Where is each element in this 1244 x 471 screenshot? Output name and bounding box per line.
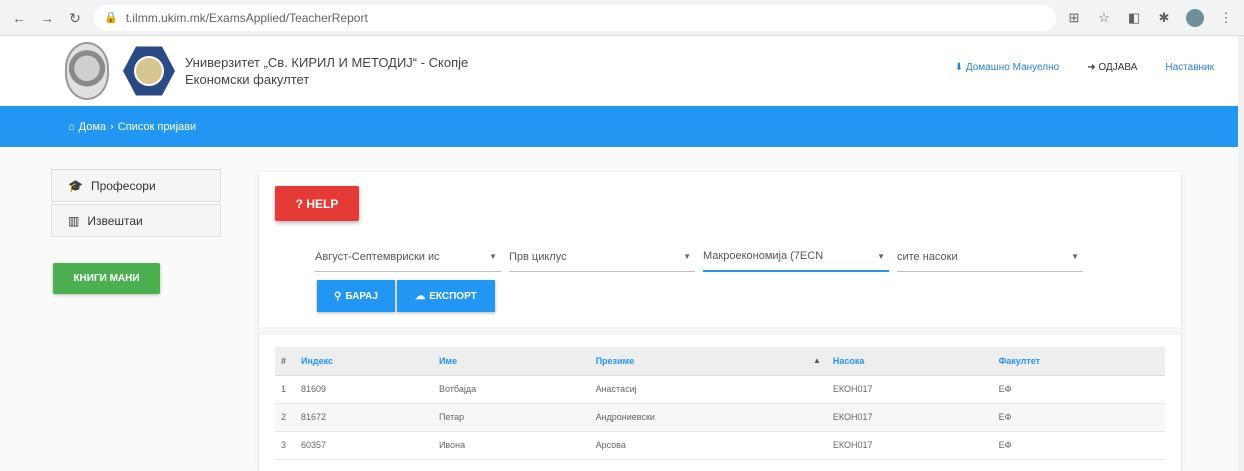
help-button[interactable]: ? HELP	[275, 186, 359, 221]
graduation-cap-icon: 🎓	[68, 178, 83, 193]
faculty-logo	[123, 46, 175, 96]
cell-direction: ЕКОН017	[826, 375, 993, 404]
forward-arrow-icon[interactable]: →	[38, 9, 56, 27]
col-direction[interactable]: Насока	[826, 347, 993, 376]
breadcrumb: ⌂ Дома › Список пријави	[0, 106, 1244, 147]
back-arrow-icon[interactable]: ←	[10, 9, 28, 27]
search-button[interactable]: ⚲ БАРАЈ	[317, 280, 395, 312]
lock-icon: 🔒	[104, 12, 118, 24]
user-link[interactable]: Наставник	[1165, 62, 1214, 73]
cell-surname: Арсова	[589, 431, 827, 460]
divider	[259, 327, 1181, 335]
reload-icon[interactable]: ↻	[66, 9, 84, 27]
cell-number: 2	[275, 403, 295, 432]
chevron-down-icon: ▼	[489, 252, 497, 261]
session-select[interactable]: Август-Септемвриски ис ▼	[315, 242, 501, 272]
direction-select[interactable]: сите насоки ▼	[897, 242, 1083, 272]
books-button[interactable]: КНИГИ МАНИ	[53, 263, 160, 294]
col-name[interactable]: Име	[432, 347, 590, 376]
cell-surname: Андрониевски	[589, 403, 827, 432]
students-table: # Индекс Име Презиме ▲ Насока Факултет 1 …	[275, 347, 1165, 460]
site-header: Универзитет „Св. КИРИЛ И МЕТОДИЈ“ - Скоп…	[0, 36, 1244, 106]
cell-faculty: ЕФ	[992, 375, 1165, 404]
chevron-down-icon: ▼	[1071, 252, 1079, 261]
table-row[interactable]: 2 81672 Петар Андрониевски ЕКОН017 ЕФ	[275, 403, 1165, 432]
home-icon: ⌂	[68, 120, 75, 133]
university-line2: Економски факултет	[185, 72, 310, 87]
chevron-down-icon: ▼	[683, 252, 691, 261]
browser-toolbar: ← → ↻ 🔒 t.ilmm.ukim.mk/ExamsApplied/Teac…	[0, 0, 1244, 36]
cell-number: 1	[275, 375, 295, 404]
university-line1: Универзитет „Св. КИРИЛ И МЕТОДИЈ“ - Скоп…	[185, 55, 469, 70]
cell-number: 3	[275, 431, 295, 460]
cycle-select[interactable]: Прв циклус ▼	[509, 242, 695, 272]
breadcrumb-separator-icon: ›	[110, 120, 114, 133]
sort-up-icon: ▲	[812, 355, 821, 365]
export-button[interactable]: ☁ ЕКСПОРТ	[397, 280, 495, 312]
col-surname[interactable]: Презиме ▲	[589, 347, 827, 376]
help-icon: ?	[295, 196, 307, 211]
cell-faculty: ЕФ	[992, 431, 1165, 460]
page-scrollbar[interactable]	[1238, 36, 1244, 471]
chevron-down-icon: ▼	[877, 251, 885, 261]
sidebar-item-professors[interactable]: 🎓 Професори	[51, 169, 221, 202]
subject-select[interactable]: Макроекономија (7ЕСN ▼	[703, 242, 889, 272]
cell-index: 60357	[295, 431, 433, 460]
download-link[interactable]: ⬇ Домашно Мануелно	[955, 62, 1060, 73]
sidebar-item-reports[interactable]: ▥ Извештаи	[51, 204, 221, 237]
col-index[interactable]: Индекс	[295, 347, 433, 376]
bar-chart-icon: ▥	[68, 213, 80, 228]
address-bar[interactable]: 🔒 t.ilmm.ukim.mk/ExamsApplied/TeacherRep…	[94, 4, 1056, 31]
university-logo	[65, 42, 109, 100]
breadcrumb-current[interactable]: Список пријави	[118, 121, 196, 133]
logout-link[interactable]: ➜ ОДЈАВА	[1087, 62, 1137, 73]
sidebar-item-label: Извештаи	[87, 213, 143, 228]
table-header-row: # Индекс Име Презиме ▲ Насока Факултет	[275, 347, 1165, 376]
translate-icon[interactable]: ⊞	[1066, 10, 1082, 26]
main-content: 🎓 Професори ▥ Извештаи КНИГИ МАНИ ? HELP…	[0, 147, 1244, 471]
url-text: t.ilmm.ukim.mk/ExamsApplied/TeacherRepor…	[125, 10, 368, 25]
sidebar: 🎓 Професори ▥ Извештаи	[51, 169, 221, 237]
col-number[interactable]: #	[275, 347, 295, 376]
menu-dots-icon[interactable]: ⋮	[1218, 10, 1234, 26]
col-faculty[interactable]: Факултет	[992, 347, 1165, 376]
cell-direction: ЕКОН017	[826, 403, 993, 432]
action-buttons: ⚲ БАРАЈ ☁ ЕКСПОРТ	[317, 280, 495, 312]
table-row[interactable]: 3 60357 Ивона Арсова ЕКОН017 ЕФ	[275, 431, 1165, 460]
cell-name: Петар	[432, 403, 590, 432]
search-icon: ⚲	[334, 290, 342, 302]
table-row[interactable]: 1 81609 Вотбајда Анастасиј ЕКОН017 ЕФ	[275, 375, 1165, 404]
star-icon[interactable]: ☆	[1096, 10, 1112, 26]
report-panel: ? HELP Август-Септемвриски ис ▼ Прв циклу…	[259, 172, 1181, 471]
extension-icon[interactable]: ◧	[1126, 10, 1142, 26]
sidebar-item-label: Професори	[90, 178, 156, 193]
cell-name: Ивона	[432, 431, 590, 460]
cell-index: 81609	[295, 375, 433, 404]
breadcrumb-home[interactable]: Дома	[79, 121, 106, 133]
cell-index: 81672	[295, 403, 433, 432]
profile-avatar[interactable]	[1186, 8, 1204, 27]
university-name: Универзитет „Св. КИРИЛ И МЕТОДИЈ“ - Скоп…	[185, 54, 468, 88]
cell-direction: ЕКОН017	[826, 431, 993, 460]
cell-faculty: ЕФ	[992, 403, 1165, 432]
puzzle-icon[interactable]: ✱	[1156, 10, 1172, 26]
cloud-icon: ☁	[415, 290, 426, 302]
cell-surname: Анастасиј	[589, 375, 827, 404]
filter-row: Август-Септемвриски ис ▼ Прв циклус ▼ Макр…	[315, 242, 1083, 272]
cell-name: Вотбајда	[432, 375, 590, 404]
